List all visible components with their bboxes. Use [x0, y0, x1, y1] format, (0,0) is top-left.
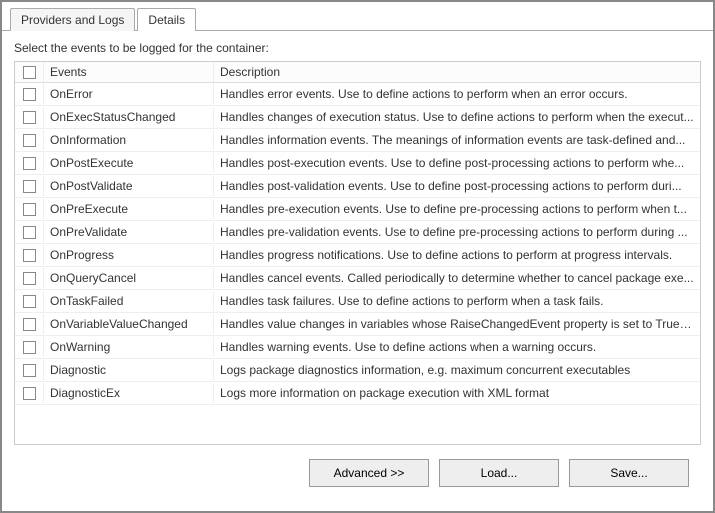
row-checkbox-cell	[15, 154, 43, 173]
event-description: Handles warning events. Use to define ac…	[213, 337, 700, 357]
tab-strip: Providers and Logs Details	[2, 2, 713, 31]
event-description: Logs more information on package executi…	[213, 383, 700, 403]
table-row[interactable]: OnPreValidateHandles pre-validation even…	[15, 221, 700, 244]
tab-providers-and-logs[interactable]: Providers and Logs	[10, 8, 135, 31]
events-grid: Events Description OnErrorHandles error …	[14, 61, 701, 445]
event-name: OnPreValidate	[43, 222, 213, 242]
row-checkbox[interactable]	[23, 295, 36, 308]
row-checkbox-cell	[15, 223, 43, 242]
event-description: Handles pre-validation events. Use to de…	[213, 222, 700, 242]
event-name: OnProgress	[43, 245, 213, 265]
instruction-text: Select the events to be logged for the c…	[14, 41, 701, 55]
event-name: OnExecStatusChanged	[43, 107, 213, 127]
event-name: OnTaskFailed	[43, 291, 213, 311]
event-description: Handles changes of execution status. Use…	[213, 107, 700, 127]
row-checkbox[interactable]	[23, 318, 36, 331]
row-checkbox-cell	[15, 292, 43, 311]
row-checkbox-cell	[15, 200, 43, 219]
row-checkbox-cell	[15, 315, 43, 334]
event-description: Handles task failures. Use to define act…	[213, 291, 700, 311]
row-checkbox-cell	[15, 269, 43, 288]
event-name: OnPreExecute	[43, 199, 213, 219]
row-checkbox[interactable]	[23, 111, 36, 124]
row-checkbox-cell	[15, 108, 43, 127]
logging-config-panel: Providers and Logs Details Select the ev…	[0, 0, 715, 513]
table-row[interactable]: OnTaskFailedHandles task failures. Use t…	[15, 290, 700, 313]
row-checkbox-cell	[15, 131, 43, 150]
table-row[interactable]: OnInformationHandles information events.…	[15, 129, 700, 152]
row-checkbox[interactable]	[23, 272, 36, 285]
grid-header: Events Description	[15, 62, 700, 83]
table-row[interactable]: OnExecStatusChangedHandles changes of ex…	[15, 106, 700, 129]
event-description: Logs package diagnostics information, e.…	[213, 360, 700, 380]
row-checkbox-cell	[15, 338, 43, 357]
header-description[interactable]: Description	[213, 62, 700, 82]
tab-content-details: Select the events to be logged for the c…	[2, 30, 713, 511]
advanced-button[interactable]: Advanced >>	[309, 459, 429, 487]
event-description: Handles value changes in variables whose…	[213, 314, 700, 334]
event-description: Handles cancel events. Called periodical…	[213, 268, 700, 288]
table-row[interactable]: DiagnosticExLogs more information on pac…	[15, 382, 700, 405]
header-events[interactable]: Events	[43, 62, 213, 82]
save-button[interactable]: Save...	[569, 459, 689, 487]
event-description: Handles post-validation events. Use to d…	[213, 176, 700, 196]
row-checkbox[interactable]	[23, 203, 36, 216]
event-description: Handles information events. The meanings…	[213, 130, 700, 150]
row-checkbox[interactable]	[23, 364, 36, 377]
event-description: Handles post-execution events. Use to de…	[213, 153, 700, 173]
header-checkbox-cell	[15, 62, 43, 82]
tab-details[interactable]: Details	[137, 8, 196, 31]
event-name: OnPostValidate	[43, 176, 213, 196]
row-checkbox[interactable]	[23, 157, 36, 170]
row-checkbox-cell	[15, 361, 43, 380]
event-name: OnVariableValueChanged	[43, 314, 213, 334]
event-name: DiagnosticEx	[43, 383, 213, 403]
table-row[interactable]: OnErrorHandles error events. Use to defi…	[15, 83, 700, 106]
table-row[interactable]: OnProgressHandles progress notifications…	[15, 244, 700, 267]
event-name: OnPostExecute	[43, 153, 213, 173]
table-row[interactable]: OnPostExecuteHandles post-execution even…	[15, 152, 700, 175]
grid-body: OnErrorHandles error events. Use to defi…	[15, 83, 700, 405]
select-all-checkbox[interactable]	[23, 66, 36, 79]
row-checkbox-cell	[15, 384, 43, 403]
row-checkbox[interactable]	[23, 341, 36, 354]
row-checkbox[interactable]	[23, 134, 36, 147]
table-row[interactable]: OnQueryCancelHandles cancel events. Call…	[15, 267, 700, 290]
table-row[interactable]: OnPostValidateHandles post-validation ev…	[15, 175, 700, 198]
load-button[interactable]: Load...	[439, 459, 559, 487]
event-name: OnWarning	[43, 337, 213, 357]
row-checkbox[interactable]	[23, 249, 36, 262]
event-description: Handles progress notifications. Use to d…	[213, 245, 700, 265]
row-checkbox[interactable]	[23, 387, 36, 400]
table-row[interactable]: DiagnosticLogs package diagnostics infor…	[15, 359, 700, 382]
row-checkbox[interactable]	[23, 180, 36, 193]
row-checkbox-cell	[15, 246, 43, 265]
event-description: Handles pre-execution events. Use to def…	[213, 199, 700, 219]
table-row[interactable]: OnVariableValueChangedHandles value chan…	[15, 313, 700, 336]
row-checkbox-cell	[15, 85, 43, 104]
row-checkbox[interactable]	[23, 226, 36, 239]
event-description: Handles error events. Use to define acti…	[213, 84, 700, 104]
event-name: OnQueryCancel	[43, 268, 213, 288]
table-row[interactable]: OnWarningHandles warning events. Use to …	[15, 336, 700, 359]
table-row[interactable]: OnPreExecuteHandles pre-execution events…	[15, 198, 700, 221]
event-name: OnError	[43, 84, 213, 104]
row-checkbox-cell	[15, 177, 43, 196]
event-name: Diagnostic	[43, 360, 213, 380]
button-bar: Advanced >> Load... Save...	[14, 445, 701, 501]
event-name: OnInformation	[43, 130, 213, 150]
row-checkbox[interactable]	[23, 88, 36, 101]
